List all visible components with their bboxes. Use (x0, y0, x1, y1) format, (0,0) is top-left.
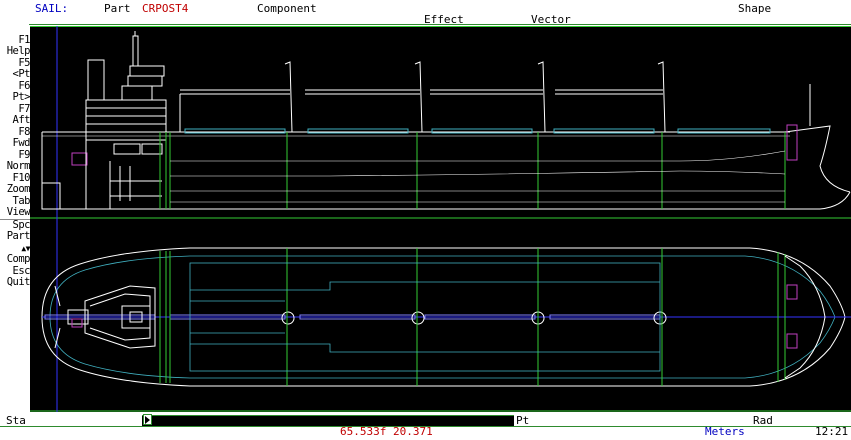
plan-stern-highlight (71, 318, 83, 328)
station-slider-thumb[interactable] (143, 414, 152, 425)
station-slider-track[interactable] (142, 415, 514, 426)
part-name[interactable]: CRPOST4 (142, 2, 188, 15)
plan-mast-circles (281, 311, 667, 325)
part-label: Part (104, 2, 131, 15)
plan-bow-highlight-port (786, 284, 798, 300)
profile-superstructure (85, 31, 167, 210)
profile-keel (42, 191, 851, 210)
function-key-panel: F1 Help F5 <Pt F6 Pt> F7 Aft F8 Fwd F9 N… (0, 26, 31, 411)
fkey-prev-pt-label[interactable]: <Pt (0, 68, 31, 81)
menu-component[interactable]: Component (257, 2, 317, 15)
fkey-fwd-label[interactable]: Fwd (0, 137, 31, 150)
fkey-part-label[interactable]: Part (0, 230, 31, 243)
status-divider (0, 426, 851, 427)
profile-view[interactable] (41, 31, 851, 210)
fkey-help-label[interactable]: Help (0, 45, 31, 58)
fkey-zoom-label[interactable]: Zoom (0, 183, 31, 196)
plan-bow-highlight-stbd (786, 333, 798, 349)
fkey-view-label[interactable]: View (0, 206, 31, 219)
profile-stern-highlight (71, 152, 88, 166)
fkey-comp-label[interactable]: Comp (0, 253, 31, 266)
fkey-quit-label[interactable]: Quit (0, 276, 31, 289)
drawing-canvas[interactable] (30, 26, 851, 412)
profile-waterlines (170, 150, 786, 203)
profile-bow (784, 125, 851, 209)
plan-view[interactable] (41, 247, 851, 387)
fkey-aft-label[interactable]: Aft (0, 114, 31, 127)
app-title: SAIL: (35, 2, 69, 15)
top-menu-bar: SAIL: Part CRPOST4 Component Effect Vect… (0, 0, 851, 26)
menu-shape[interactable]: Shape (738, 2, 771, 15)
fkey-next-pt-label[interactable]: Pt> (0, 91, 31, 104)
menu-divider (29, 24, 851, 25)
profile-frames (159, 132, 786, 209)
profile-cranes (180, 61, 666, 133)
ship-drawing[interactable] (30, 26, 851, 412)
fkey-norm-label[interactable]: Norm (0, 160, 31, 173)
